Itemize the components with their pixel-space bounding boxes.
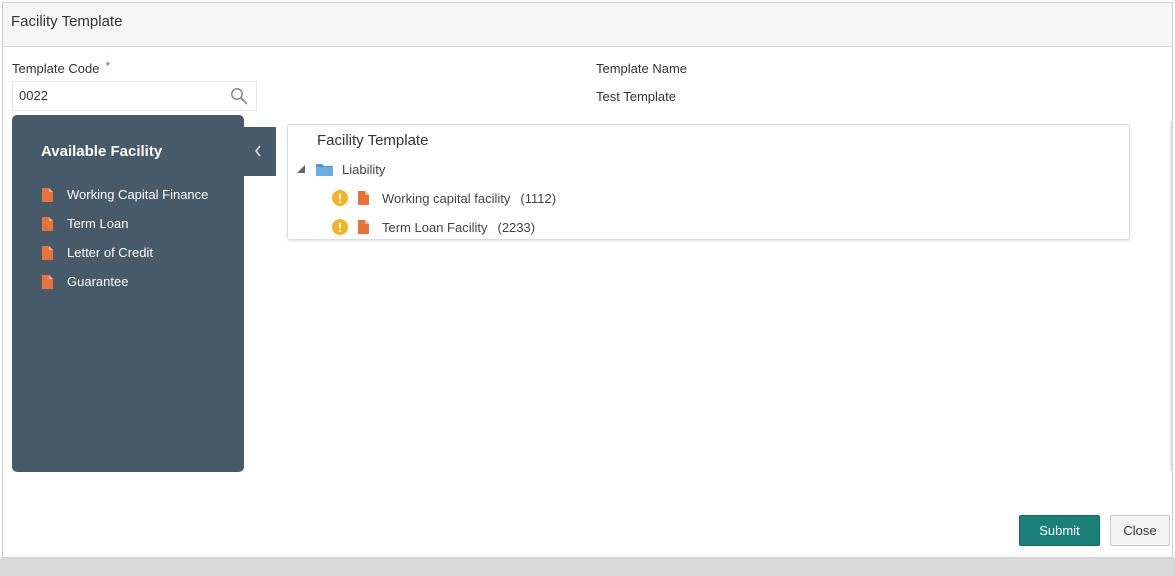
window-bottom-edge — [0, 558, 1175, 576]
required-marker: * — [105, 59, 111, 73]
close-button[interactable]: Close — [1110, 515, 1170, 546]
template-name-value: Test Template — [596, 89, 676, 104]
window-header: Facility Template — [3, 3, 1172, 47]
document-icon — [358, 191, 369, 205]
tree-leaf-term-loan-facility[interactable]: Term Loan Facility (2233) — [332, 216, 535, 238]
tree-leaf-label: Working capital facility — [382, 190, 511, 206]
available-item-guarantee[interactable]: Guarantee — [42, 267, 208, 296]
search-icon[interactable] — [230, 87, 248, 105]
available-facility-list: Working Capital Finance Term Loan Letter… — [42, 180, 208, 296]
page-title: Facility Template — [11, 13, 123, 30]
document-icon — [42, 245, 53, 260]
tree-leaf-label: Term Loan Facility — [382, 219, 488, 235]
folder-icon — [316, 163, 333, 176]
tree-title: Facility Template — [317, 132, 429, 149]
tree-leaf-working-capital-facility[interactable]: Working capital facility (1112) — [332, 187, 556, 209]
template-code-label-text: Template Code — [12, 61, 100, 76]
tree-node-label: Liability — [342, 161, 386, 177]
facility-template-tree: Facility Template Liability Working capi… — [287, 124, 1130, 240]
available-item-label: Term Loan — [67, 216, 129, 231]
available-item-label: Working Capital Finance — [67, 187, 209, 202]
expanded-caret-icon[interactable] — [296, 164, 306, 174]
tree-node-liability[interactable]: Liability — [296, 158, 385, 180]
available-item-label: Letter of Credit — [67, 245, 153, 260]
submit-button[interactable]: Submit — [1019, 515, 1100, 546]
available-facility-panel: Available Facility Working Capital Finan… — [12, 115, 244, 472]
warning-icon — [332, 190, 348, 206]
available-item-label: Guarantee — [67, 274, 129, 289]
template-code-field — [12, 81, 257, 111]
document-icon — [42, 274, 53, 289]
available-facility-title: Available Facility — [41, 143, 163, 160]
template-name-label: Template Name — [596, 61, 688, 76]
document-icon — [42, 187, 53, 202]
available-item-letter-of-credit[interactable]: Letter of Credit — [42, 238, 208, 267]
chevron-left-icon — [254, 145, 261, 157]
available-item-working-capital-finance[interactable]: Working Capital Finance — [42, 180, 208, 209]
template-code-label: Template Code * — [12, 59, 111, 76]
template-code-input[interactable] — [13, 82, 225, 108]
warning-icon — [332, 219, 348, 235]
available-item-term-loan[interactable]: Term Loan — [42, 209, 208, 238]
document-icon — [358, 220, 369, 234]
vertical-scrollbar[interactable] — [1170, 121, 1172, 471]
document-icon — [42, 216, 53, 231]
collapse-panel-button[interactable] — [244, 127, 276, 176]
tree-leaf-code: (1112) — [520, 190, 557, 206]
facility-template-window: Facility Template Template Code * Templat… — [2, 2, 1173, 558]
tree-leaf-code: (2233) — [497, 219, 536, 235]
